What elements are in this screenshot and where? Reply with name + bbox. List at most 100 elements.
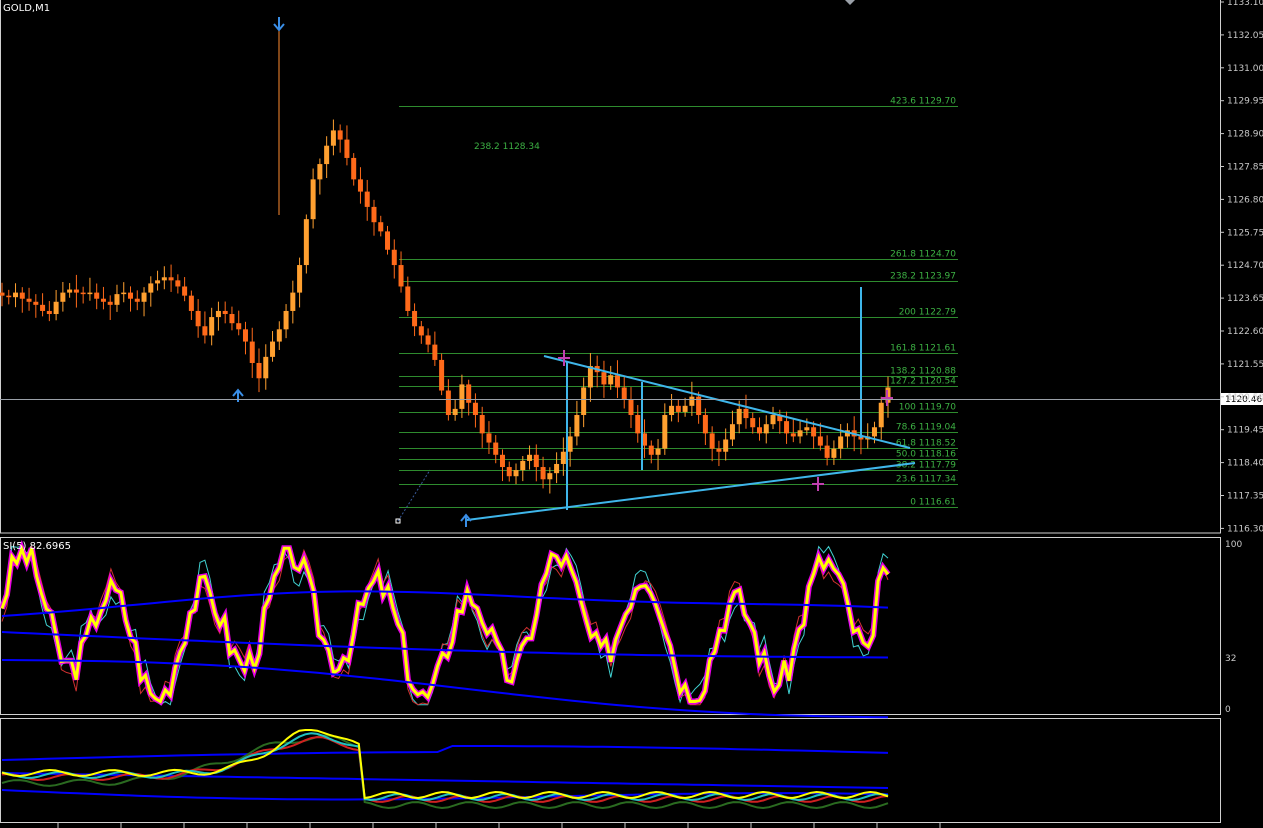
candle — [215, 301, 221, 331]
band-line-green — [1, 734, 889, 810]
candle — [242, 321, 248, 355]
candle — [844, 423, 850, 448]
candle — [303, 214, 309, 274]
scroll-marker-icon[interactable] — [845, 0, 855, 5]
candle — [222, 301, 228, 324]
candle — [141, 287, 147, 317]
price-axis-label: 1127.85 — [1227, 163, 1263, 173]
lower-trendline[interactable] — [466, 462, 916, 521]
candle — [371, 199, 377, 236]
candle — [750, 412, 756, 434]
candle — [175, 274, 181, 294]
candle — [601, 360, 607, 398]
price-axis-label: 1125.75 — [1227, 228, 1263, 238]
candle — [527, 445, 533, 470]
candle — [635, 405, 641, 443]
candle — [472, 393, 478, 428]
chart-canvas[interactable]: 423.6 1129.70 261.8 1124.70 238.2 1123.97 2… — [0, 0, 1263, 828]
candle — [432, 331, 438, 366]
si-signal-line-cyan — [1, 545, 889, 706]
candle — [40, 293, 46, 317]
candle — [452, 399, 458, 421]
fib-anchor-line[interactable] — [397, 469, 431, 522]
main-price-panel — [0, 0, 1221, 534]
indicator-axis-32: 32 — [1225, 654, 1236, 664]
arrow-up-icon — [460, 513, 472, 527]
fibonacci-levels: 423.6 1129.70 261.8 1124.70 238.2 1123.97 2… — [399, 97, 958, 508]
candlestick-series — [0, 119, 891, 494]
candle — [364, 179, 370, 221]
candle — [357, 167, 363, 204]
fib-extra-label: 238.2 1128.34 — [474, 142, 540, 152]
candle — [209, 307, 215, 346]
price-axis-label: 1119.45 — [1227, 426, 1263, 436]
candle — [330, 119, 336, 156]
candle — [263, 344, 269, 390]
candle — [723, 428, 729, 461]
candle — [337, 124, 343, 153]
candle — [26, 287, 32, 311]
candle — [763, 415, 769, 444]
candle — [290, 280, 296, 324]
candle — [587, 353, 593, 402]
candle — [682, 397, 688, 417]
fib-level-label: 0 1116.61 — [910, 498, 956, 508]
candle — [236, 310, 242, 336]
candle — [229, 306, 235, 331]
price-axis-label: 1131.00 — [1227, 64, 1263, 74]
candle — [466, 379, 472, 416]
candle — [709, 426, 715, 462]
candle — [439, 353, 445, 396]
price-axis-label: 1132.05 — [1227, 31, 1263, 41]
price-axis-label: 1124.70 — [1227, 261, 1263, 271]
fib-level-label: 161.8 1121.61 — [890, 344, 956, 354]
candle — [128, 286, 134, 312]
candle — [756, 417, 762, 441]
candle — [770, 406, 776, 430]
si-band-lower — [1, 659, 889, 719]
price-axis[interactable]: 1133.10 1132.05 1131.00 1129.95 1128.90 1127.… — [1220, 0, 1263, 534]
fib-level-label: 38.2 1117.79 — [896, 461, 956, 471]
candle — [385, 225, 391, 255]
candle — [391, 239, 397, 279]
candle — [53, 289, 59, 321]
band-upper — [1, 745, 889, 761]
fib-level-label: 50.0 1118.16 — [896, 450, 956, 460]
indicator-title: SI(5) 82.6965 — [3, 541, 71, 552]
candle — [621, 375, 627, 409]
price-axis-label: 1121.55 — [1227, 360, 1263, 370]
price-axis-label: 1122.60 — [1227, 327, 1263, 337]
candle — [73, 274, 79, 308]
candle — [540, 456, 546, 489]
candle — [696, 391, 702, 424]
symbol-title: GOLD,M1 — [3, 3, 50, 14]
candle — [412, 303, 418, 337]
candle — [669, 393, 675, 422]
indicator-axis-0: 0 — [1225, 705, 1231, 715]
candle — [499, 449, 505, 482]
indicator-axis-100: 100 — [1225, 540, 1242, 550]
upper-trendline[interactable] — [543, 355, 911, 449]
candle — [675, 399, 681, 423]
candle — [425, 328, 431, 353]
candle — [554, 452, 560, 484]
candle — [155, 270, 161, 291]
candle — [878, 396, 884, 440]
candle — [790, 419, 796, 443]
fib-level-label: 200 1122.79 — [899, 308, 957, 318]
candle — [114, 284, 120, 312]
price-axis-label: 1118.40 — [1227, 459, 1263, 469]
candle — [107, 295, 113, 320]
candle — [317, 158, 323, 195]
candle — [33, 294, 39, 318]
candle — [824, 435, 830, 466]
candle — [67, 283, 73, 298]
candle — [831, 440, 837, 465]
candle — [100, 286, 106, 310]
fib-level-label: 23.6 1117.34 — [896, 475, 956, 485]
arrow-down-icon — [273, 17, 285, 32]
candle — [94, 283, 100, 310]
price-axis-label: 1117.35 — [1227, 492, 1263, 502]
candle — [655, 439, 661, 470]
candle — [46, 301, 52, 322]
